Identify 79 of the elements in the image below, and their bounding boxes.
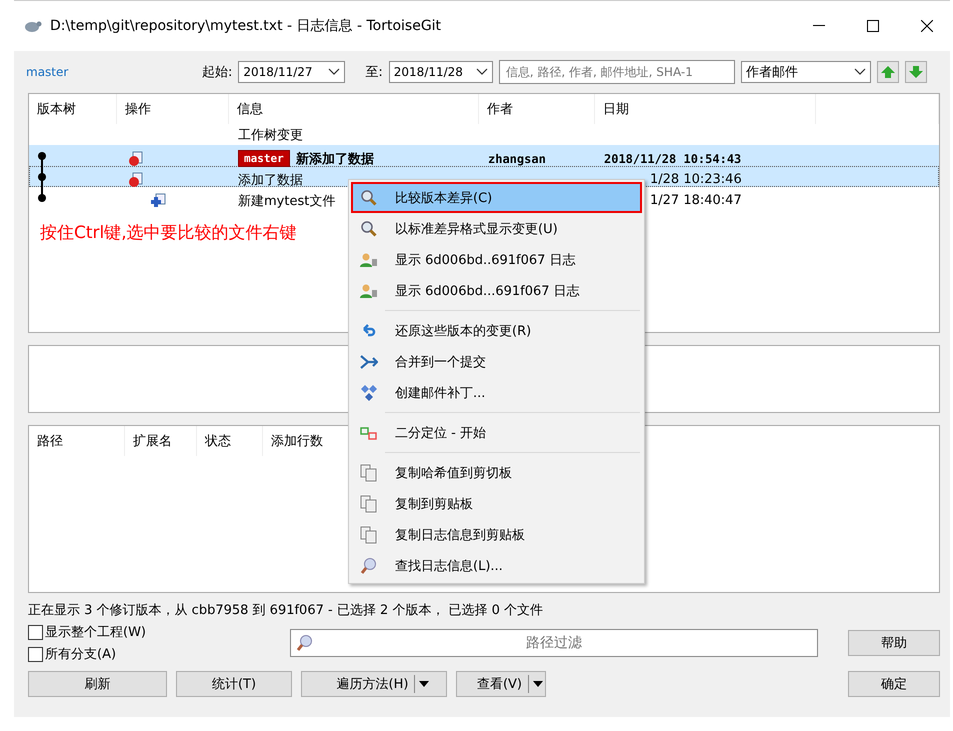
graph-node-icon (36, 167, 48, 188)
document-plus-icon (150, 192, 166, 208)
maximize-icon (867, 20, 879, 32)
path-filter-field[interactable]: 路径过滤 (290, 629, 818, 657)
split-button[interactable]: 遍历方法(H) (301, 671, 447, 697)
toolbar-button[interactable]: 统计(T) (176, 671, 292, 697)
commit-message: 工作树变更 (238, 126, 303, 144)
arrow-up-icon[interactable] (876, 61, 899, 83)
branch-label: master (26, 65, 70, 79)
menu-item[interactable]: 复制到剪贴板 (351, 488, 642, 519)
menu-item[interactable]: 复制日志信息到剪贴板 (351, 519, 642, 550)
column-header[interactable]: 版本树 (29, 94, 117, 124)
menu-item[interactable]: 复制哈希值到剪切板 (351, 457, 642, 488)
date-text: 1/28 10:23:46 (649, 172, 742, 187)
magnifier-icon (360, 220, 378, 238)
search-icon (360, 556, 378, 574)
menu-item[interactable]: 二分定位 - 开始 (351, 417, 642, 448)
menu-item[interactable]: 以标准差异格式显示变更(U) (351, 213, 642, 244)
help-button[interactable]: 帮助 (848, 630, 940, 656)
arrow-down-icon[interactable] (904, 61, 927, 83)
menu-item[interactable]: 显示 6d006bd...691f067 日志 (351, 275, 642, 306)
diamonds-icon (360, 384, 378, 402)
date-text: 2018/11/28 10:54:43 (604, 152, 742, 166)
menu-item[interactable]: 比较版本差异(C) (351, 182, 642, 213)
menu-item[interactable]: 创建邮件补丁... (351, 377, 642, 408)
menu-item[interactable]: 合并到一个提交 (351, 346, 642, 377)
from-label: 起始: (202, 64, 232, 81)
from-date-picker[interactable]: 2018/11/27 (238, 61, 346, 83)
chevron-down-icon (476, 68, 488, 76)
to-label: 至: (365, 64, 383, 81)
column-header[interactable]: 路径 (29, 426, 125, 456)
selected-row[interactable]: master 新添加了数据 zhangsan 2018/11/28 10:54:43 (29, 145, 939, 166)
date-text: 1/27 18:40:47 (649, 193, 742, 208)
user-list-icon (360, 282, 378, 298)
chevron-down-icon (328, 68, 340, 76)
column-header[interactable]: 信息 (229, 94, 479, 124)
user-list-icon (360, 252, 378, 268)
close-icon (921, 20, 933, 32)
checkbox-label: 所有分支(A) (45, 646, 116, 663)
author-text: zhangsan (488, 152, 546, 166)
column-header[interactable]: 状态 (197, 426, 263, 456)
checkbox-label: 显示整个工程(W) (45, 624, 146, 641)
document-error-icon (128, 172, 144, 188)
minimize-icon (813, 25, 825, 27)
column-header[interactable]: 扩展名 (125, 426, 197, 456)
status-text: 正在显示 3 个修订版本，从 cbb7958 到 691f067 - 已选择 2 个版本， 已选择 0 个文件 (27, 602, 544, 620)
checkbox[interactable] (28, 624, 43, 640)
undo-arrow-icon (361, 324, 377, 338)
commit-message: 新建mytest文件 (238, 192, 336, 210)
to-date-picker[interactable]: 2018/11/28 (388, 61, 493, 83)
copy-icon (360, 526, 378, 544)
menu-item[interactable]: 查找日志信息(L)... (351, 550, 642, 581)
window-title: D:\temp\git\repository\mytest.txt - 日志信息 - TortoiseGit (50, 17, 442, 35)
dropdown-arrow-icon (533, 681, 544, 687)
search-icon (296, 634, 314, 652)
chevron-down-icon (854, 68, 866, 76)
menu-item[interactable]: 显示 6d006bd..691f067 日志 (351, 244, 642, 275)
column-header[interactable]: 日期 (595, 94, 816, 124)
annotation-text: 按住Ctrl键,选中要比较的文件右键 (40, 222, 297, 244)
commit-message: 新添加了数据 (296, 150, 374, 168)
ok-button[interactable]: 确定 (848, 671, 940, 697)
menu-item[interactable]: 还原这些版本的变更(R) (351, 315, 642, 346)
commit-message: 添加了数据 (238, 172, 303, 188)
split-button[interactable]: 查看(V) (456, 671, 546, 697)
toolbar-button[interactable]: 刷新 (28, 671, 167, 697)
copy-icon (360, 464, 378, 482)
copy-icon (360, 494, 378, 512)
column-header[interactable]: 操作 (117, 94, 229, 124)
column-header[interactable]: 作者 (479, 94, 595, 124)
document-error-icon (128, 150, 144, 166)
checkbox-option[interactable]: 所有分支(A) (28, 645, 276, 663)
search-field-dropdown[interactable]: 作者邮件 (740, 61, 871, 83)
checkbox-option[interactable]: 显示整个工程(W) (28, 623, 276, 641)
merge-arrow-icon (360, 354, 378, 370)
magnifier-icon (360, 188, 378, 206)
checkbox[interactable] (28, 646, 43, 662)
dropdown-arrow-icon (419, 681, 430, 687)
branch-tag: master (238, 150, 290, 167)
search-field[interactable]: 信息, 路径, 作者, 邮件地址, SHA-1 (498, 60, 735, 84)
